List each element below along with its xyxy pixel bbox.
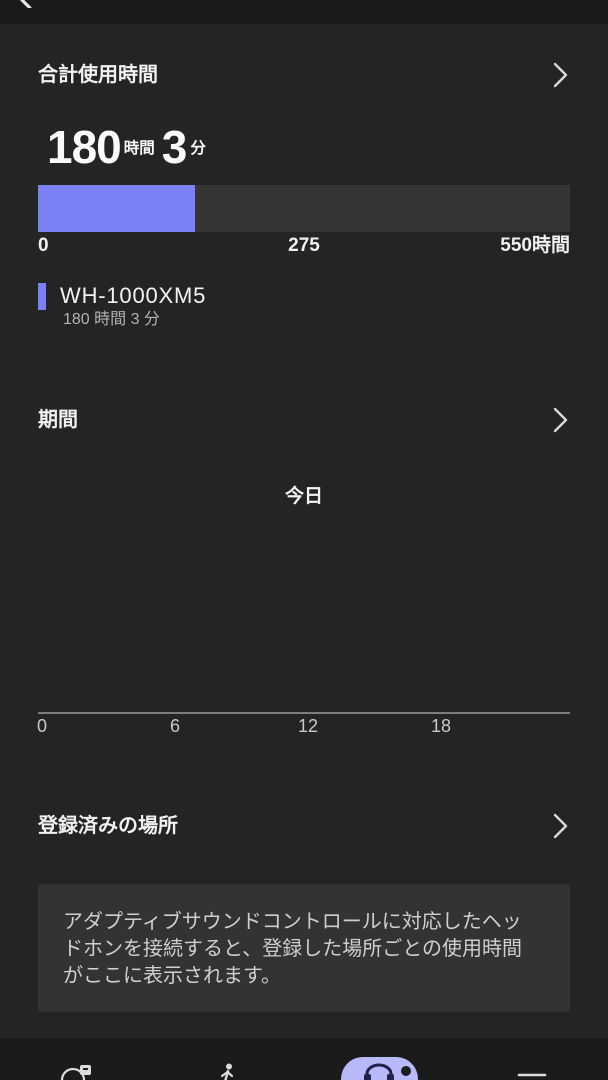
nav-tab-menu[interactable] [512, 1038, 552, 1080]
x-tick-label: 12 [297, 716, 319, 736]
back-button[interactable] [8, 0, 48, 24]
top-app-bar [0, 0, 608, 24]
usage-bar-min-label: 0 [38, 235, 49, 256]
registered-places-row[interactable]: 登録済みの場所 [0, 803, 608, 849]
registered-places-heading: 登録済みの場所 [38, 815, 178, 837]
info-message-line: がここに表示されます。 [63, 965, 281, 987]
device-color-swatch [38, 283, 46, 310]
device-name: WH-1000XM5 [60, 283, 207, 308]
chevron-right-icon [553, 813, 568, 839]
nav-tab-walking[interactable] [208, 1038, 248, 1080]
device-usage-time: 180 時間 3 分 [63, 311, 160, 328]
chevron-left-icon [20, 0, 32, 8]
period-range-label: 今日 [284, 486, 324, 507]
total-usage-row[interactable]: 合計使用時間 [0, 52, 608, 98]
period-heading: 期間 [38, 409, 78, 431]
total-hours-value: 180 [47, 121, 122, 173]
total-minutes-value: 3 [161, 121, 188, 173]
notification-dot [401, 1066, 411, 1076]
places-info-message: アダプティブサウンドコントロールに対応したヘッ ドホンを接続すると、登録した場所… [38, 884, 570, 1012]
info-message-line: アダプティブサウンドコントロールに対応したヘッ [63, 911, 522, 933]
hourly-usage-chart [38, 520, 570, 712]
usage-bar-fill [38, 185, 195, 232]
activity-icon [60, 1065, 91, 1080]
total-usage-heading: 合計使用時間 [38, 64, 158, 86]
info-message-line: ドホンを接続すると、登録した場所ごとの使用時間 [63, 938, 522, 960]
walking-person-icon [220, 1063, 234, 1080]
headphones-icon [364, 1063, 394, 1080]
menu-icon [517, 1073, 547, 1077]
total-hours-unit: 時間 [123, 140, 155, 157]
total-usage-value: 180 時間 3 分 [47, 124, 206, 170]
usage-screen: 合計使用時間 180 時間 3 分 0 275 550時間 WH-1000XM5… [0, 0, 608, 1080]
usage-bar [38, 185, 570, 232]
x-tick-label: 6 [169, 716, 181, 736]
total-minutes-unit: 分 [190, 140, 206, 157]
nav-tab-activity[interactable] [54, 1038, 100, 1080]
usage-bar-max-label: 550時間 [500, 235, 570, 256]
chevron-right-icon [553, 407, 568, 433]
x-tick-label: 0 [36, 716, 48, 736]
period-row[interactable]: 期間 [0, 397, 608, 443]
chart-x-axis-line [38, 712, 570, 714]
usage-bar-mid-label: 275 [288, 235, 320, 256]
chevron-right-icon [553, 62, 568, 88]
x-tick-label: 18 [430, 716, 452, 736]
nav-tab-device[interactable] [341, 1038, 418, 1080]
bottom-navigation [0, 1038, 608, 1080]
